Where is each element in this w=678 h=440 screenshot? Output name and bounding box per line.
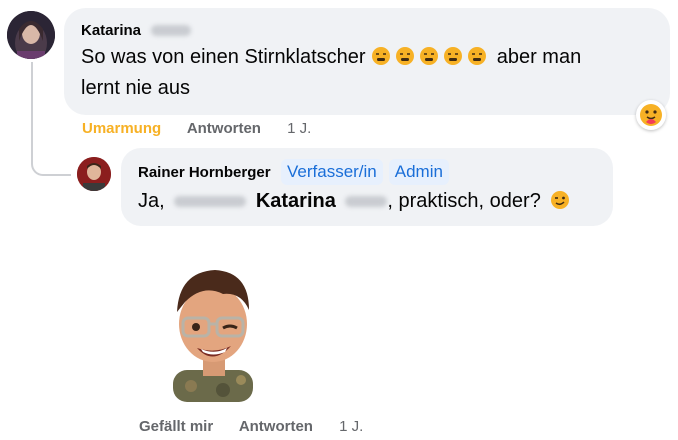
timestamp[interactable]: 1 J. <box>339 418 363 435</box>
mention-katarina[interactable]: Katarina <box>256 190 336 212</box>
weary-face-icon <box>396 47 415 65</box>
weary-face-icon <box>468 47 487 65</box>
weary-face-icon <box>444 47 463 65</box>
bitmoji-avatar-icon <box>173 270 253 402</box>
comment-text: So was von einen Stirnklatscher aber man… <box>81 42 661 104</box>
comment-text-part2: aber man <box>496 46 582 68</box>
emoji-group <box>371 46 491 68</box>
care-emoji-icon <box>640 104 662 126</box>
reply-bubble[interactable]: Rainer Hornberger Verfasser/in Admin Ja, … <box>121 148 613 226</box>
reply-link[interactable]: Antworten <box>187 120 261 137</box>
comment-text-part1: So was von einen Stirnklatscher <box>81 46 366 68</box>
timestamp[interactable]: 1 J. <box>287 120 311 137</box>
avatar-rainer-hornberger[interactable] <box>77 157 111 191</box>
winking-face-icon <box>551 191 570 209</box>
profile-photo-icon <box>7 11 55 59</box>
redacted-name <box>174 196 247 208</box>
avatar-katarina[interactable] <box>7 11 55 59</box>
reply-link[interactable]: Antworten <box>239 418 313 435</box>
reaction-umarmung-link[interactable]: Umarmung <box>82 120 161 137</box>
comment-text-line2: lernt nie aus <box>81 77 190 99</box>
comment-bubble[interactable]: Katarina So was von einen Stirnklatscher… <box>64 8 670 115</box>
reply-text-prefix: Ja, <box>138 190 165 212</box>
badge-admin: Admin <box>388 159 449 185</box>
comment-actions: Umarmung Antworten 1 J. <box>82 120 333 137</box>
reply-actions: Gefällt mir Antworten 1 J. <box>139 418 385 435</box>
reply-text: Ja, Katarina , praktisch, oder? <box>138 186 574 217</box>
profile-photo-icon <box>77 157 111 191</box>
care-reaction-icon[interactable] <box>636 100 666 130</box>
reply-author[interactable]: Rainer Hornberger <box>138 164 271 181</box>
comment-author[interactable]: Katarina <box>81 22 141 39</box>
reply-text-suffix: , praktisch, oder? <box>387 190 541 212</box>
badge-author: Verfasser/in <box>281 159 383 185</box>
weary-face-icon <box>420 47 439 65</box>
redacted-surname <box>151 25 192 37</box>
weary-face-icon <box>372 47 391 65</box>
redacted-surname <box>345 196 388 208</box>
avatar-sticker-image[interactable] <box>163 262 263 402</box>
like-link[interactable]: Gefällt mir <box>139 418 213 435</box>
